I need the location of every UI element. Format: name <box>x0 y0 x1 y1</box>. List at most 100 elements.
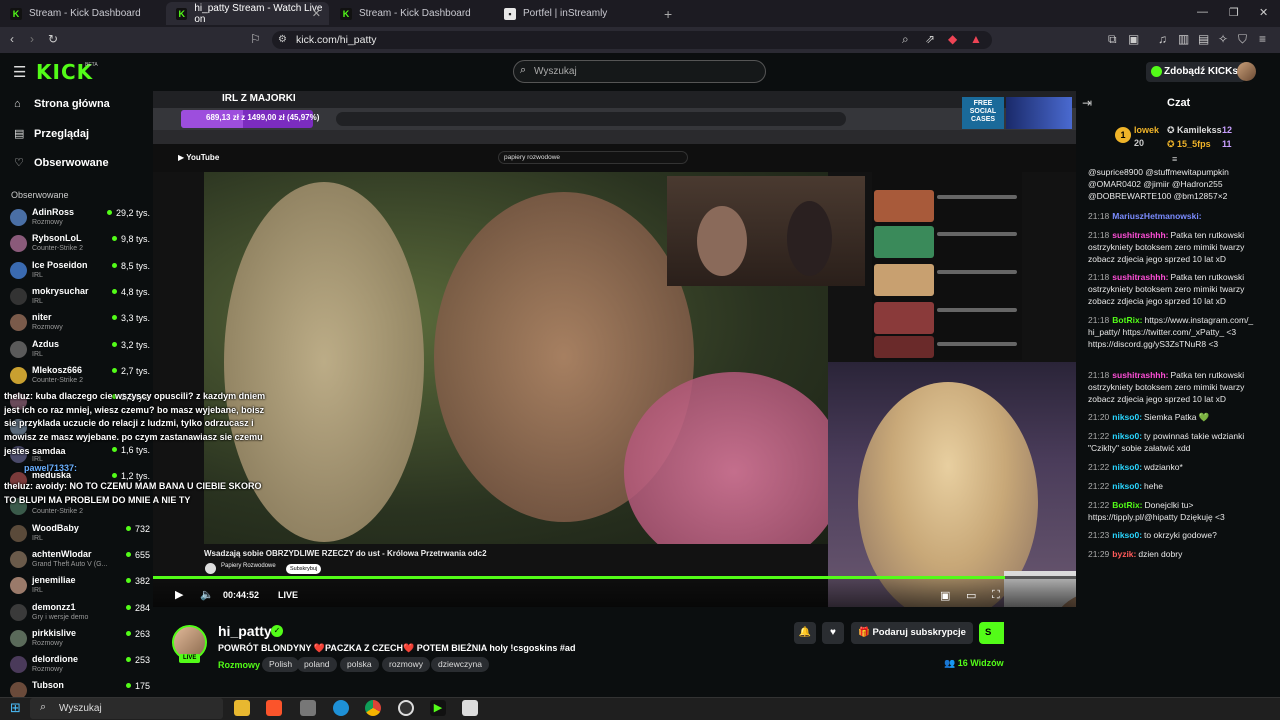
obs-icon[interactable] <box>398 700 414 716</box>
streamer-name[interactable]: hi_patty <box>218 623 272 639</box>
windows-start-icon[interactable]: ⊞ <box>10 700 21 716</box>
explorer-icon[interactable] <box>234 700 250 716</box>
screenshot-icon[interactable]: ▣ <box>1128 32 1139 46</box>
brave-icon[interactable] <box>266 700 282 716</box>
extensions-icon[interactable]: ⧉ <box>1108 32 1117 47</box>
browser-tab[interactable]: ▪ Portfel | inStreamly <box>494 2 657 25</box>
taskbar-search-icon: ⌕ <box>40 701 47 713</box>
podium-third-name[interactable]: ✪ 15_5fps <box>1167 139 1211 150</box>
stream-tag[interactable]: Polish <box>262 657 300 672</box>
subscribe-button[interactable]: S <box>979 622 1004 644</box>
reload-icon[interactable]: ↻ <box>48 32 58 46</box>
collapse-chat-icon[interactable]: ⇥ <box>1082 96 1092 110</box>
browser-tab[interactable]: K Stream - Kick Dashboard <box>0 2 165 25</box>
follow-heart-icon[interactable]: ♥ <box>822 622 844 644</box>
leo-icon[interactable]: ✧ <box>1218 32 1228 46</box>
channel-name: Azdus <box>32 338 59 349</box>
chat-username[interactable]: BotRix: <box>1112 500 1142 510</box>
nav-browse[interactable]: ▤ Przeglądaj <box>14 127 89 141</box>
sidebar-icon[interactable]: ▥ <box>1178 32 1189 46</box>
stream-category[interactable]: Rozmowy <box>218 660 260 670</box>
gift-subscription-button[interactable]: 🎁 Podaruj subskrypcje <box>851 622 973 644</box>
new-tab-icon[interactable]: + <box>664 6 672 22</box>
play-icon[interactable]: ▶ <box>175 588 183 601</box>
podium-second-name[interactable]: ✪ Kamilekss <box>1167 125 1222 136</box>
chat-username[interactable]: nikso0: <box>1112 431 1142 441</box>
fullscreen-icon[interactable]: ⛶ <box>992 589 1000 602</box>
pip-icon[interactable]: ▣ <box>940 589 950 602</box>
forward-icon[interactable]: › <box>30 32 34 46</box>
brave-shield-icon[interactable]: ◆ <box>948 32 957 46</box>
followed-channel[interactable]: pirkkislive Rozmowy 263 <box>10 627 150 653</box>
followed-channel[interactable]: RybsonLoL Counter-Strike 2 9,8 tys. <box>10 232 150 258</box>
stream-tag[interactable]: dziewczyna <box>431 657 489 672</box>
close-window-icon[interactable]: ✕ <box>1259 6 1268 19</box>
followed-channel[interactable]: delordione Rozmowy 253 <box>10 653 150 679</box>
chat-username[interactable]: nikso0: <box>1112 412 1142 422</box>
channel-viewers: 732 <box>126 524 150 534</box>
back-icon[interactable]: ‹ <box>10 32 14 46</box>
media-icon[interactable]: ♫ <box>1158 32 1167 46</box>
taskbar-search-text: Wyszukaj <box>59 703 102 714</box>
followed-channel[interactable]: niter Rozmowy 3,3 tys. <box>10 311 150 337</box>
zoom-icon[interactable]: ⌕ <box>902 32 909 47</box>
followed-channel[interactable]: jenemiliae IRL 382 <box>10 574 150 600</box>
chrome-icon[interactable] <box>365 700 381 716</box>
user-avatar[interactable] <box>1237 62 1256 81</box>
yt-title-line <box>937 342 1017 346</box>
chat-username[interactable]: sushitrashhh: <box>1112 272 1168 282</box>
close-tab-icon[interactable]: ✕ <box>312 7 321 20</box>
notepad-icon[interactable] <box>462 700 478 716</box>
browser-tab-active[interactable]: Khi_patty Stream - Watch Live on ✕ <box>166 2 329 25</box>
channel-category: Grand Theft Auto V (G... <box>32 560 108 568</box>
chat-username[interactable]: byzik: <box>1112 549 1136 559</box>
url-field[interactable] <box>272 31 992 49</box>
hamburger-menu-icon[interactable]: ☰ <box>13 63 26 81</box>
theater-icon[interactable]: ▭ <box>966 589 976 602</box>
chat-username[interactable]: nikso0: <box>1112 462 1142 472</box>
stream-tag[interactable]: poland <box>297 657 337 672</box>
chat-message: 21:22 BotRix: Donejclki tu> https://tipply… <box>1088 499 1256 523</box>
followed-channel[interactable]: AdinRoss Rozmowy 29,2 tys. <box>10 206 150 232</box>
channel-category: IRL <box>32 587 43 595</box>
stream-tag[interactable]: rozmowy <box>382 657 431 672</box>
followed-channel[interactable]: Mlekosz666 Counter-Strike 2 2,7 tys. <box>10 364 150 390</box>
podium-expand-icon[interactable]: ≡ <box>1172 154 1177 164</box>
podium-first-name[interactable]: lowek <box>1134 125 1159 135</box>
chat-username[interactable]: nikso0: <box>1112 481 1142 491</box>
chat-username[interactable]: sushitrashhh: <box>1112 370 1168 380</box>
browser-tab[interactable]: K Stream - Kick Dashboard <box>330 2 493 25</box>
vpn-icon[interactable]: ⛉ <box>1238 32 1247 47</box>
brave-rewards-icon[interactable]: ▲ <box>970 32 982 46</box>
followed-channel[interactable]: Azdus IRL 3,2 tys. <box>10 338 150 364</box>
followed-channel[interactable]: WoodBaby IRL 732 <box>10 522 150 548</box>
edge-icon[interactable] <box>333 700 349 716</box>
stream-tag[interactable]: polska <box>340 657 379 672</box>
kick-app-icon[interactable]: ▶ <box>430 700 446 716</box>
overlay-chat-line: sie przyklada uczucie do relacji z ludzm… <box>4 418 254 428</box>
share-icon[interactable]: ⇗ <box>925 32 935 46</box>
followed-channel[interactable]: achtenWlodar Grand Theft Auto V (G... 655 <box>10 548 150 574</box>
followed-channel[interactable]: mokrysuchar IRL 4,8 tys. <box>10 285 150 311</box>
bookmark-icon[interactable]: ⚐ <box>250 32 261 46</box>
chat-timestamp: 21:22 <box>1088 500 1110 510</box>
chat-username[interactable]: nikso0: <box>1112 530 1142 540</box>
site-info-icon[interactable]: ⚙ <box>278 34 287 45</box>
restore-icon[interactable]: ❐ <box>1229 6 1239 19</box>
channel-name: mokrysuchar <box>32 285 89 296</box>
wallet-icon[interactable]: ▤ <box>1198 32 1209 46</box>
viewer-count: 👥 16 Widzów <box>944 658 1004 668</box>
channel-avatar <box>10 340 27 358</box>
chat-username[interactable]: BotRix: <box>1112 315 1142 325</box>
app-icon[interactable] <box>300 700 316 716</box>
chat-username[interactable]: MariuszHetmanowski: <box>1112 211 1201 221</box>
volume-icon[interactable]: 🔈 <box>200 588 214 601</box>
notification-bell-icon[interactable]: 🔔 <box>794 622 816 644</box>
nav-home[interactable]: ⌂ Strona główna <box>14 98 110 110</box>
chat-username[interactable]: sushitrashhh: <box>1112 230 1168 240</box>
nav-following[interactable]: ♡ Obserwowane <box>14 156 109 170</box>
minimize-icon[interactable]: — <box>1197 6 1208 18</box>
menu-icon[interactable]: ≡ <box>1259 32 1266 46</box>
followed-channel[interactable]: Ice Poseidon IRL 8,5 tys. <box>10 259 150 285</box>
followed-channel[interactable]: demonzz1 Gry i wersje demo 284 <box>10 601 150 627</box>
